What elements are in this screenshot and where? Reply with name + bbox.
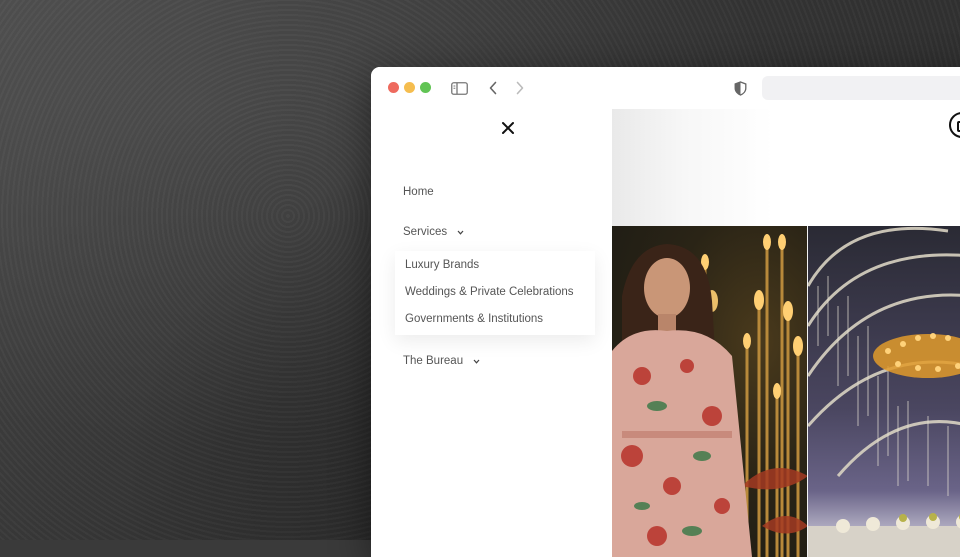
browser-toolbar [371, 67, 960, 109]
event-venue-photo [808, 226, 960, 557]
nav-item-the-bureau[interactable]: The Bureau [403, 355, 480, 367]
navigation-menu-panel: Home Services Luxury Brands Weddings & P… [371, 109, 612, 557]
window-close-button[interactable] [388, 82, 399, 93]
submenu-item-weddings[interactable]: Weddings & Private Celebrations [405, 286, 574, 298]
nav-item-label: Services [403, 226, 448, 238]
nav-item-label: Home [403, 186, 434, 198]
chevron-left-icon[interactable] [483, 78, 503, 98]
fashion-photo [612, 226, 808, 557]
services-submenu: Luxury Brands Weddings & Private Celebra… [395, 251, 595, 335]
nav-item-services[interactable]: Services [403, 226, 464, 238]
window-zoom-button[interactable] [420, 82, 431, 93]
nav-item-home[interactable]: Home [403, 186, 434, 198]
logo-icon[interactable] [949, 112, 960, 138]
shield-icon[interactable] [730, 78, 750, 98]
page-content [612, 109, 960, 557]
submenu-item-governments[interactable]: Governments & Institutions [405, 313, 543, 325]
chevron-down-icon[interactable] [473, 355, 480, 367]
sidebar-toggle-icon[interactable] [449, 78, 469, 98]
address-bar[interactable] [762, 76, 960, 100]
chevron-down-icon[interactable] [457, 226, 464, 238]
chevron-right-icon[interactable] [510, 78, 530, 98]
site-header [612, 109, 960, 226]
nav-item-label: The Bureau [403, 355, 464, 367]
window-minimize-button[interactable] [404, 82, 415, 93]
close-icon[interactable] [498, 118, 518, 138]
submenu-item-luxury-brands[interactable]: Luxury Brands [405, 259, 479, 271]
browser-window: Home Services Luxury Brands Weddings & P… [371, 67, 960, 557]
